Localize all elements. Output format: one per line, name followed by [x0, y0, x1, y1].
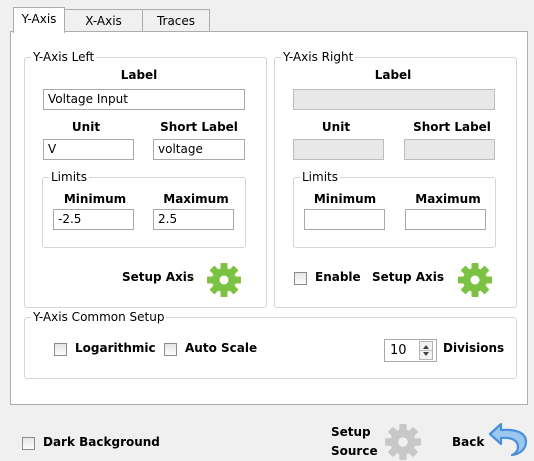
- left-unit-input[interactable]: V: [43, 139, 134, 160]
- unit-heading: Unit: [321, 120, 351, 134]
- right-maximum-input[interactable]: [405, 209, 486, 230]
- group-title: Y-Axis Left: [31, 50, 97, 64]
- short-label-heading: Short Label: [160, 120, 238, 134]
- right-unit-input[interactable]: [293, 139, 384, 160]
- minimum-heading: Minimum: [63, 192, 127, 206]
- divisions-spinner[interactable]: [419, 341, 433, 360]
- left-label-input[interactable]: Voltage Input: [43, 89, 245, 110]
- right-setup-axis-label: Setup Axis: [371, 270, 445, 284]
- enable-checkbox[interactable]: [294, 272, 307, 285]
- right-short-label-input[interactable]: [404, 139, 495, 160]
- logarithmic-checkbox[interactable]: [54, 343, 67, 356]
- limits-title: Limits: [49, 170, 89, 184]
- back-arrow-icon[interactable]: [487, 420, 529, 458]
- left-short-label-input[interactable]: voltage: [153, 139, 245, 160]
- left-maximum-input[interactable]: 2.5: [153, 209, 234, 230]
- group-title: Y-Axis Common Setup: [31, 310, 167, 324]
- logarithmic-label: Logarithmic: [75, 341, 156, 355]
- gear-icon[interactable]: [457, 262, 493, 298]
- group-title: Y-Axis Right: [281, 50, 356, 64]
- minimum-heading: Minimum: [313, 192, 377, 206]
- setup-source-label-line1: Setup: [331, 425, 371, 439]
- left-minimum-input[interactable]: -2.5: [53, 209, 134, 230]
- tab-x-axis[interactable]: X-Axis: [63, 9, 144, 32]
- left-setup-axis-label: Setup Axis: [121, 270, 195, 284]
- right-minimum-input[interactable]: [304, 209, 385, 230]
- gear-icon[interactable]: [206, 262, 242, 298]
- back-label: Back: [452, 435, 485, 449]
- setup-source-label-line2: Source: [331, 444, 378, 458]
- short-label-heading: Short Label: [413, 120, 491, 134]
- auto-scale-checkbox[interactable]: [164, 343, 177, 356]
- label-heading: Label: [120, 68, 158, 82]
- label-heading: Label: [374, 68, 412, 82]
- divisions-label: Divisions: [443, 341, 505, 355]
- enable-label: Enable: [315, 270, 361, 284]
- dark-background-checkbox[interactable]: [22, 437, 35, 450]
- maximum-heading: Maximum: [415, 192, 481, 206]
- spinner-arrows-icon[interactable]: [420, 342, 432, 359]
- auto-scale-label: Auto Scale: [185, 341, 258, 355]
- maximum-heading: Maximum: [163, 192, 229, 206]
- unit-heading: Unit: [71, 120, 101, 134]
- right-label-input[interactable]: [293, 89, 495, 110]
- tab-y-axis[interactable]: Y-Axis: [13, 7, 65, 33]
- tab-traces[interactable]: Traces: [142, 9, 210, 32]
- dark-background-label: Dark Background: [43, 435, 160, 449]
- gear-icon[interactable]: [384, 423, 422, 461]
- limits-title: Limits: [300, 170, 340, 184]
